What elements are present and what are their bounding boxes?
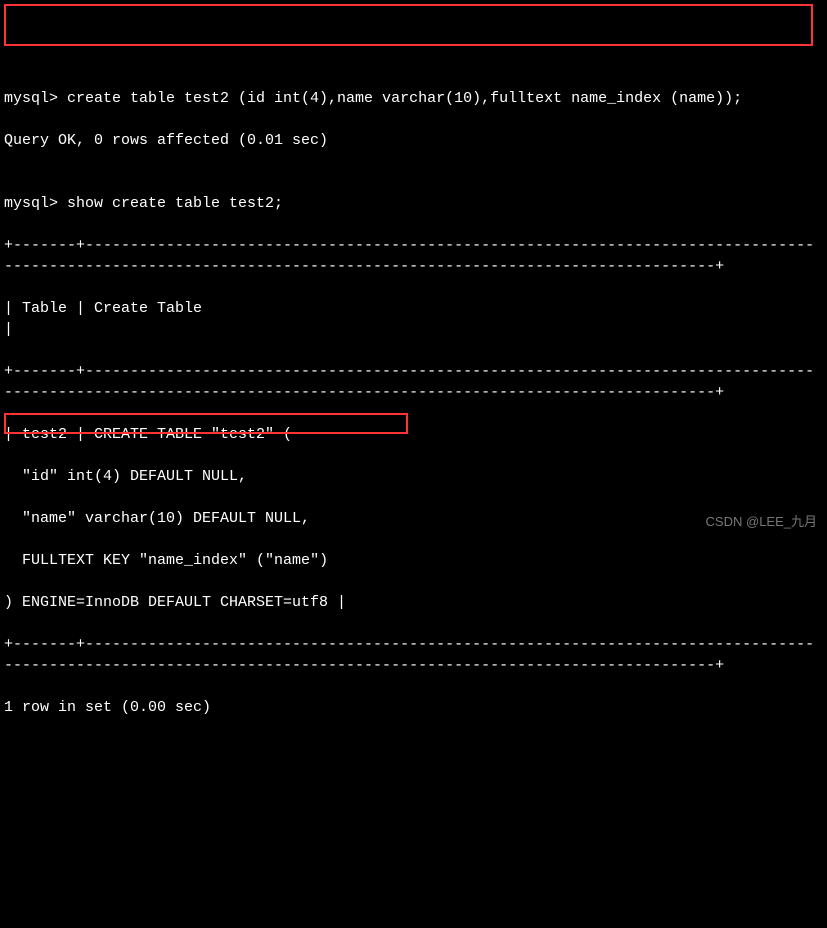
terminal-line: +-------+-------------------------------…: [4, 634, 823, 676]
terminal-line: | test2 | CREATE TABLE "test2" (: [4, 424, 823, 445]
terminal-line: 1 row in set (0.00 sec): [4, 697, 823, 718]
terminal-line: mysql> create table test2 (id int(4),nam…: [4, 88, 823, 109]
terminal-line: FULLTEXT KEY "name_index" ("name"): [4, 550, 823, 571]
watermark-text: CSDN @LEE_九月: [706, 513, 817, 531]
terminal-line: "name" varchar(10) DEFAULT NULL,: [4, 508, 823, 529]
terminal-line: +-------+-------------------------------…: [4, 235, 823, 277]
terminal-line: | Table | Create Table |: [4, 298, 823, 340]
terminal-line: "id" int(4) DEFAULT NULL,: [4, 466, 823, 487]
terminal-line: ) ENGINE=InnoDB DEFAULT CHARSET=utf8 |: [4, 592, 823, 613]
highlight-create-table: [4, 4, 813, 46]
terminal-line: +-------+-------------------------------…: [4, 361, 823, 403]
terminal-line: Query OK, 0 rows affected (0.01 sec): [4, 130, 823, 151]
terminal-line: mysql> show create table test2;: [4, 193, 823, 214]
